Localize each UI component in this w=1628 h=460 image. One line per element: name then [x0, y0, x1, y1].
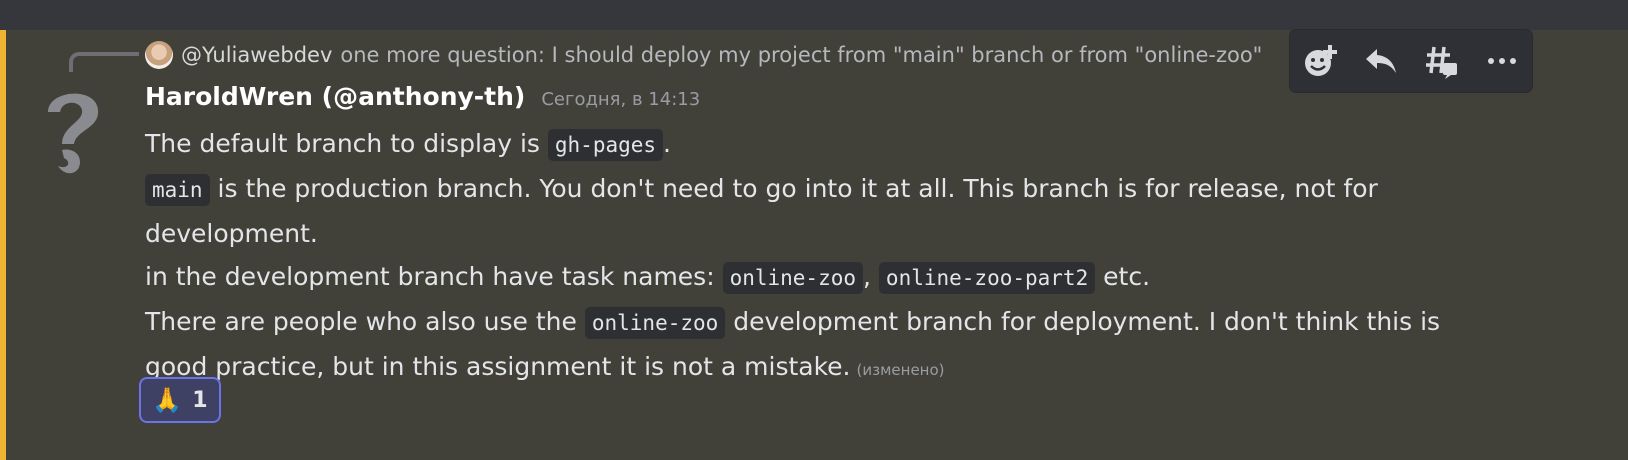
message: @Yuliawebdev one more question: I should… [0, 30, 1628, 460]
reaction-pill[interactable]: 🙏 1 [139, 377, 221, 423]
message-line: main is the production branch. You don't… [145, 174, 1378, 248]
inline-code: gh-pages [547, 129, 664, 161]
reply-button[interactable] [1359, 39, 1403, 83]
message-line: There are people who also use the online… [145, 307, 1441, 381]
mention-highlight-bar [0, 30, 6, 460]
create-thread-icon [1426, 46, 1458, 79]
reply-icon [1365, 49, 1396, 73]
question-mark-avatar-icon [48, 93, 99, 174]
inline-code: online-zoo [722, 262, 864, 294]
reply-reference[interactable]: @Yuliawebdev one more question: I should… [145, 38, 1325, 72]
author-name[interactable]: HaroldWren (@anthony-th) [145, 82, 525, 111]
create-thread-button[interactable] [1419, 39, 1463, 83]
add-reaction-icon [1305, 45, 1338, 76]
inline-code: online-zoo-part2 [878, 262, 1096, 294]
more-button[interactable] [1480, 39, 1524, 83]
message-body: The default branch to display is gh-page… [145, 122, 1485, 392]
message-content: HaroldWren (@anthony-th) Сегодня, в 14:1… [145, 82, 1485, 392]
edited-label: (изменено) [856, 361, 945, 379]
top-strip [0, 0, 1628, 30]
reply-connector [69, 52, 139, 72]
reply-mention[interactable]: @Yuliawebdev [181, 43, 332, 67]
reply-preview[interactable]: one more question: I should deploy my pr… [340, 43, 1262, 67]
message-header: HaroldWren (@anthony-th) Сегодня, в 14:1… [145, 82, 1485, 122]
reply-avatar [145, 41, 173, 69]
inline-code: main [145, 174, 210, 206]
message-line: in the development branch have task name… [145, 255, 1485, 300]
more-icon [1487, 58, 1516, 64]
pray-emoji-icon: 🙏 [152, 386, 183, 414]
inline-code: online-zoo [584, 307, 726, 339]
avatar[interactable] [40, 82, 104, 182]
message-line: The default branch to display is gh-page… [145, 122, 1485, 167]
add-reaction-button[interactable] [1298, 39, 1342, 83]
reaction-count: 1 [192, 387, 208, 413]
message-toolbar [1290, 30, 1532, 92]
message-timestamp[interactable]: Сегодня, в 14:13 [541, 89, 700, 110]
